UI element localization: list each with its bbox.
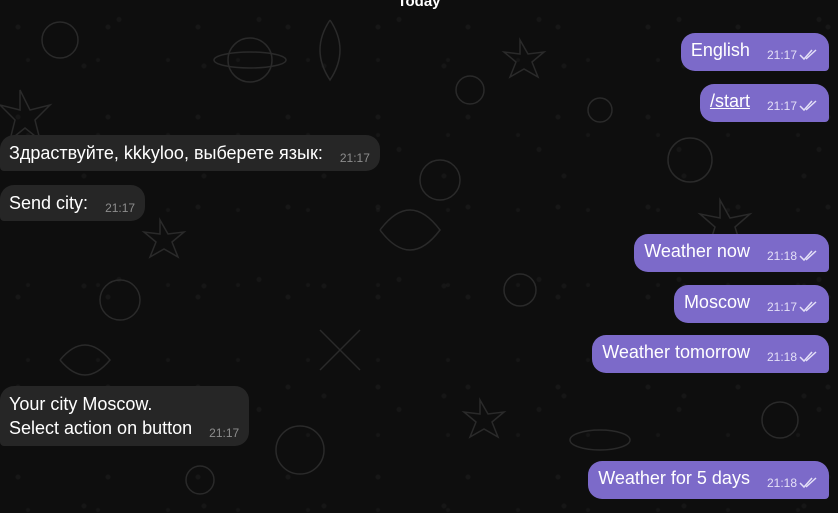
message-meta: 21:17 bbox=[340, 146, 370, 170]
message-time: 21:18 bbox=[766, 476, 797, 490]
message-meta: 21:18 bbox=[767, 345, 819, 369]
message-meta: 21:17 bbox=[209, 421, 239, 445]
message-text: Weather for 5 days bbox=[598, 468, 750, 488]
incoming-message[interactable]: Send city: 21:17 bbox=[0, 185, 146, 221]
outgoing-message[interactable]: /start 21:17 bbox=[699, 84, 829, 122]
outgoing-message[interactable]: Weather now 21:18 bbox=[634, 234, 829, 272]
message-text: Weather tomorrow bbox=[602, 342, 750, 362]
double-check-icon bbox=[799, 100, 817, 112]
message-time: 21:17 bbox=[105, 201, 136, 215]
message-meta: 21:17 bbox=[767, 43, 819, 67]
message-text: Moscow bbox=[683, 292, 750, 312]
outgoing-message[interactable]: Weather tomorrow 21:18 bbox=[592, 335, 829, 373]
message-text: Weather now bbox=[644, 241, 750, 261]
double-check-icon bbox=[799, 250, 817, 262]
message-meta: 21:17 bbox=[105, 196, 135, 220]
chat-history[interactable]: Today English 21:17 /start 21:17 Здраств… bbox=[0, 0, 838, 513]
double-check-icon bbox=[799, 477, 817, 489]
message-time: 21:17 bbox=[339, 151, 370, 165]
message-text: Send city: bbox=[9, 193, 89, 213]
outgoing-message[interactable]: Moscow 21:17 bbox=[673, 285, 829, 323]
message-time: 21:18 bbox=[766, 249, 797, 263]
date-separator-label: Today bbox=[397, 0, 441, 10]
double-check-icon bbox=[799, 301, 817, 313]
message-meta: 21:17 bbox=[767, 295, 819, 319]
incoming-message[interactable]: Здраствуйте, kkkyloo, выберете язык: 21:… bbox=[0, 135, 380, 171]
incoming-message[interactable]: Your city Moscow. Select action on butto… bbox=[0, 386, 250, 446]
outgoing-message[interactable]: English 21:17 bbox=[680, 33, 829, 71]
message-text: Your city Moscow. Select action on butto… bbox=[9, 394, 193, 438]
message-time: 21:17 bbox=[766, 300, 797, 314]
outgoing-message[interactable]: Weather for 5 days 21:18 bbox=[588, 461, 829, 499]
command-link[interactable]: /start bbox=[710, 89, 750, 113]
message-time: 21:18 bbox=[766, 350, 797, 364]
double-check-icon bbox=[799, 351, 817, 363]
message-time: 21:17 bbox=[766, 99, 797, 113]
message-meta: 21:18 bbox=[767, 244, 819, 268]
double-check-icon bbox=[799, 49, 817, 61]
message-text: Здраствуйте, kkkyloo, выберете язык: bbox=[9, 143, 323, 163]
message-time: 21:17 bbox=[766, 48, 797, 62]
message-meta: 21:18 bbox=[767, 471, 819, 495]
message-time: 21:17 bbox=[209, 426, 240, 440]
date-separator: Today bbox=[0, 0, 838, 12]
message-text: English bbox=[690, 40, 750, 60]
message-meta: 21:17 bbox=[767, 94, 819, 118]
